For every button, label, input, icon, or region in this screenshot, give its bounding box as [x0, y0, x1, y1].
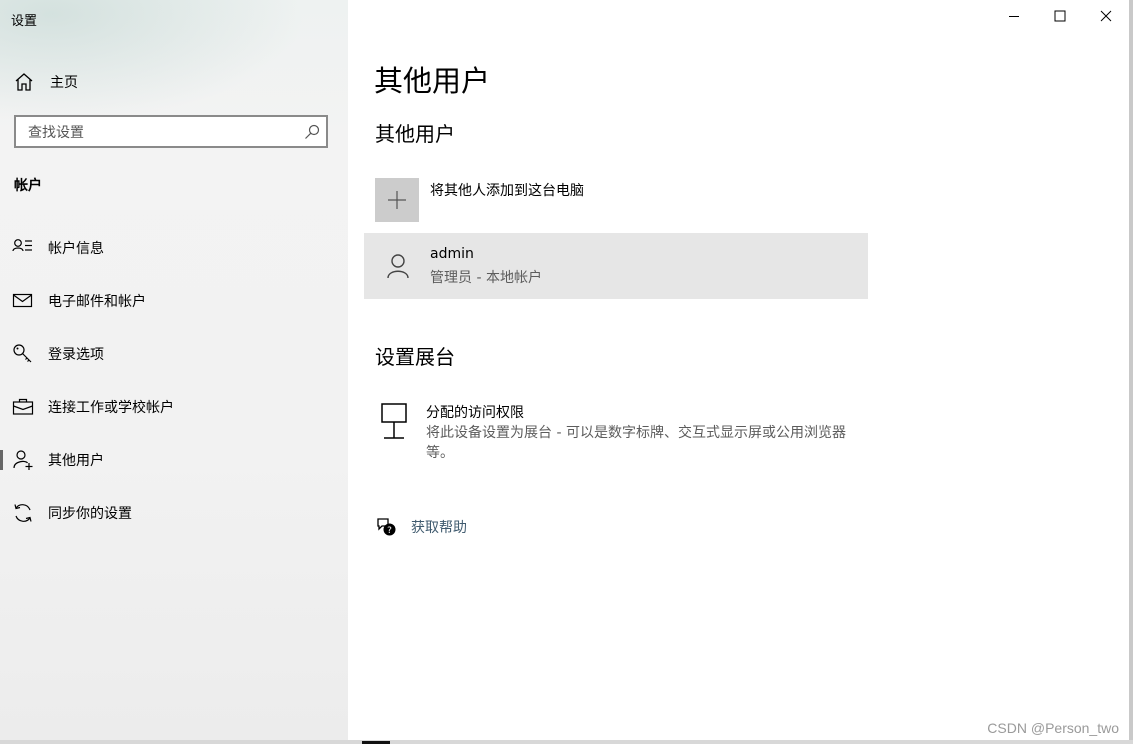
app-title: 设置: [11, 14, 38, 29]
account-info-icon: [12, 239, 32, 252]
account-role: 管理员 - 本地帐户: [430, 270, 542, 286]
add-user-tile: [375, 178, 419, 222]
minimize-icon: [1009, 16, 1019, 17]
get-help-label: 获取帮助: [411, 520, 467, 536]
mail-icon: [12, 293, 33, 308]
sync-icon: [14, 504, 32, 522]
sidebar-item-sign-in-options[interactable]: 登录选项: [0, 334, 348, 374]
window-edge: [1129, 0, 1133, 744]
search-input[interactable]: [26, 122, 300, 144]
add-user-button[interactable]: 将其他人添加到这台电脑: [375, 178, 875, 222]
add-person-icon: [13, 450, 33, 470]
sidebar-item-sync[interactable]: 同步你的设置: [0, 493, 348, 533]
home-label: 主页: [50, 75, 78, 91]
sidebar-item-label: 电子邮件和帐户: [48, 294, 146, 310]
add-user-label: 将其他人添加到这台电脑: [430, 183, 584, 199]
sidebar-item-other-users[interactable]: 其他用户: [0, 440, 348, 480]
sidebar-item-work-school[interactable]: 连接工作或学校帐户: [0, 387, 348, 427]
search-icon[interactable]: [304, 124, 320, 140]
sidebar-item-email[interactable]: 电子邮件和帐户: [0, 281, 348, 321]
account-row-admin[interactable]: admin 管理员 - 本地帐户: [364, 233, 868, 299]
key-icon: [13, 344, 32, 363]
help-chat-icon: ?: [377, 518, 396, 536]
home-link[interactable]: 主页: [14, 70, 78, 94]
bottom-bar: [0, 740, 1133, 744]
other-users-heading: 其他用户: [375, 122, 455, 146]
maximize-button[interactable]: [1037, 4, 1083, 28]
minimize-button[interactable]: [991, 4, 1037, 28]
kiosk-icon: [381, 403, 407, 439]
sidebar-item-label: 同步你的设置: [48, 506, 132, 522]
page-title: 其他用户: [374, 64, 491, 98]
sidebar: 设置 主页 帐户 帐户信息 电子邮件和帐户: [0, 0, 348, 744]
maximize-icon: [1054, 10, 1066, 22]
svg-text:?: ?: [387, 526, 392, 536]
main-content: 其他用户 其他用户 将其他人添加到这台电脑 admin 管理员 - 本地帐户 设…: [348, 0, 1130, 744]
plus-icon: [388, 191, 406, 209]
close-icon: [1100, 10, 1112, 22]
search-box[interactable]: [14, 115, 328, 148]
section-heading-accounts: 帐户: [14, 178, 42, 194]
sidebar-item-label: 登录选项: [48, 347, 104, 363]
sidebar-item-account-info[interactable]: 帐户信息: [0, 228, 348, 268]
account-name: admin: [430, 246, 474, 262]
home-icon: [15, 73, 33, 91]
get-help-link[interactable]: ? 获取帮助: [375, 515, 467, 539]
sidebar-item-label: 其他用户: [48, 453, 104, 469]
kiosk-heading: 设置展台: [375, 345, 455, 369]
close-button[interactable]: [1083, 4, 1129, 28]
assigned-access-title: 分配的访问权限: [426, 405, 524, 421]
sidebar-item-label: 帐户信息: [48, 241, 104, 257]
sidebar-item-label: 连接工作或学校帐户: [48, 400, 174, 416]
assigned-access-item[interactable]: 分配的访问权限 将此设备设置为展台 - 可以是数字标牌、交互式显示屏或公用浏览器…: [375, 400, 865, 470]
assigned-access-description: 将此设备设置为展台 - 可以是数字标牌、交互式显示屏或公用浏览器等。: [426, 425, 846, 461]
watermark: CSDN @Person_two: [987, 720, 1119, 736]
person-icon: [387, 254, 409, 279]
briefcase-icon: [12, 398, 34, 415]
